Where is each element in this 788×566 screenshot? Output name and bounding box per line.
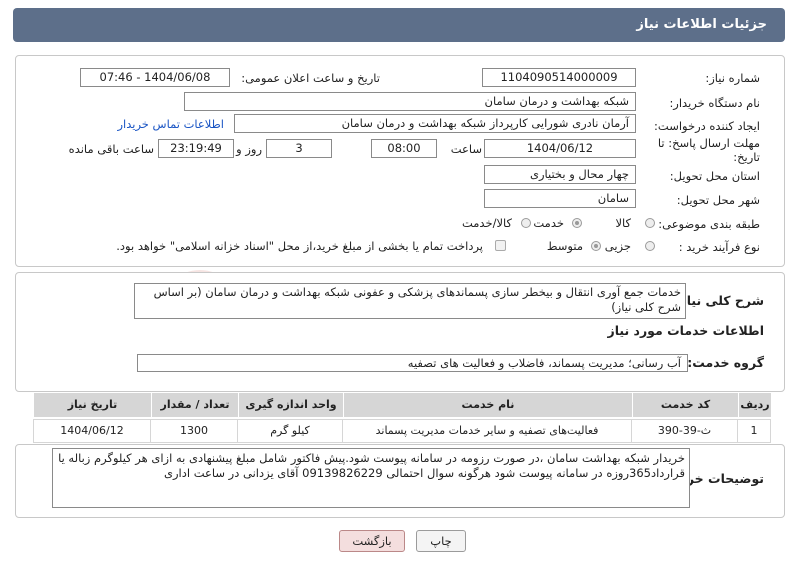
need-number-label: شماره نیاز: [705,71,760,85]
announce-date-label: تاریخ و ساعت اعلان عمومی: [241,71,380,85]
deadline-time-label: ساعت [450,142,482,156]
process-radio-minor[interactable] [645,241,655,251]
col-header-code: کد خدمت [632,393,738,417]
cell-unit: کیلو گرم [237,420,342,442]
deadline-date-field: 1404/06/12 [484,139,636,158]
remaining-time-field: 23:19:49 [158,139,234,158]
city-field: سامان [484,189,636,208]
treasury-payment-checkbox[interactable] [495,240,506,251]
category-radio-goods[interactable] [645,218,655,228]
deadline-label: مهلت ارسال پاسخ: تا [657,136,760,150]
category-label: طبقه بندی موضوعی: [658,217,760,231]
process-option-minor: جزیی [604,239,631,253]
service-group-field: آب رسانی؛ مدیریت پسماند، فاضلاب و فعالیت… [137,354,688,372]
process-option-medium: متوسط [546,239,583,253]
service-group-label: گروه خدمت: [687,355,764,370]
col-header-quantity: تعداد / مقدار [151,393,238,417]
col-header-name: نام خدمت [343,393,632,417]
cell-name: فعالیت‌های تصفیه و سایر خدمات مدیریت پسم… [342,420,631,442]
col-header-row: ردیف [738,393,771,417]
remaining-time-label: ساعت باقی مانده [68,142,154,156]
process-type-label: نوع فرآیند خرید : [678,240,760,254]
table-row: 1 ث-39-390 فعالیت‌های تصفیه و سایر خدمات… [33,419,771,443]
page-header: جزئیات اطلاعات نیاز [13,8,785,42]
cell-date: 1404/06/12 [60,424,124,437]
category-option-service: خدمت [533,216,564,230]
province-label: استان محل تحویل: [669,169,760,183]
days-remaining-field: 3 [266,139,332,158]
deadline-time-field: 08:00 [371,139,437,158]
back-button[interactable]: بازگشت [339,530,405,552]
cell-row: 1 [737,420,770,442]
creator-label: ایجاد کننده درخواست: [654,119,760,133]
process-radio-medium[interactable] [591,241,601,251]
category-option-goods: کالا [615,216,631,230]
col-header-date: تاریخ نیاز [33,393,151,417]
buyer-org-field: شبکه بهداشت و درمان سامان [184,92,636,111]
treasury-payment-note: پرداخت تمام یا بخشی از مبلغ خرید،از محل … [116,239,483,253]
buyer-notes-textarea[interactable]: خریدار شبکه بهداشت سامان ،در صورت رزومه … [52,448,690,508]
category-radio-service[interactable] [572,218,582,228]
city-label: شهر محل تحویل: [676,193,760,207]
col-header-unit: واحد اندازه گیری [238,393,343,417]
announce-date-field: 1404/06/08 - 07:46 [80,68,230,87]
services-table: ردیف کد خدمت نام خدمت واحد اندازه گیری ت… [33,393,771,443]
services-section-title: اطلاعات خدمات مورد نیاز [607,323,765,338]
summary-label: شرح کلی نیاز: [674,293,764,308]
cell-code: ث-39-390 [631,420,737,442]
buyer-contact-link[interactable]: اطلاعات تماس خریدار [117,117,224,131]
summary-textarea[interactable]: خدمات جمع آوری انتقال و بیخطر سازی پسمان… [134,283,686,319]
creator-field: آرمان نادری شورایی کارپرداز شبکه بهداشت … [234,114,636,133]
page-title: جزئیات اطلاعات نیاز [636,17,767,32]
category-option-goods-service: کالا/خدمت [461,216,512,230]
category-radio-goods-service[interactable] [521,218,531,228]
need-number-field: 1104090514000009 [482,68,636,87]
days-label: روز و [236,142,262,156]
print-button[interactable]: چاپ [416,530,466,552]
deadline-label-date: تاریخ: [733,150,760,164]
buyer-org-label: نام دستگاه خریدار: [669,96,760,110]
cell-quantity: 1300 [150,420,237,442]
province-field: چهار محال و بختیاری [484,165,636,184]
